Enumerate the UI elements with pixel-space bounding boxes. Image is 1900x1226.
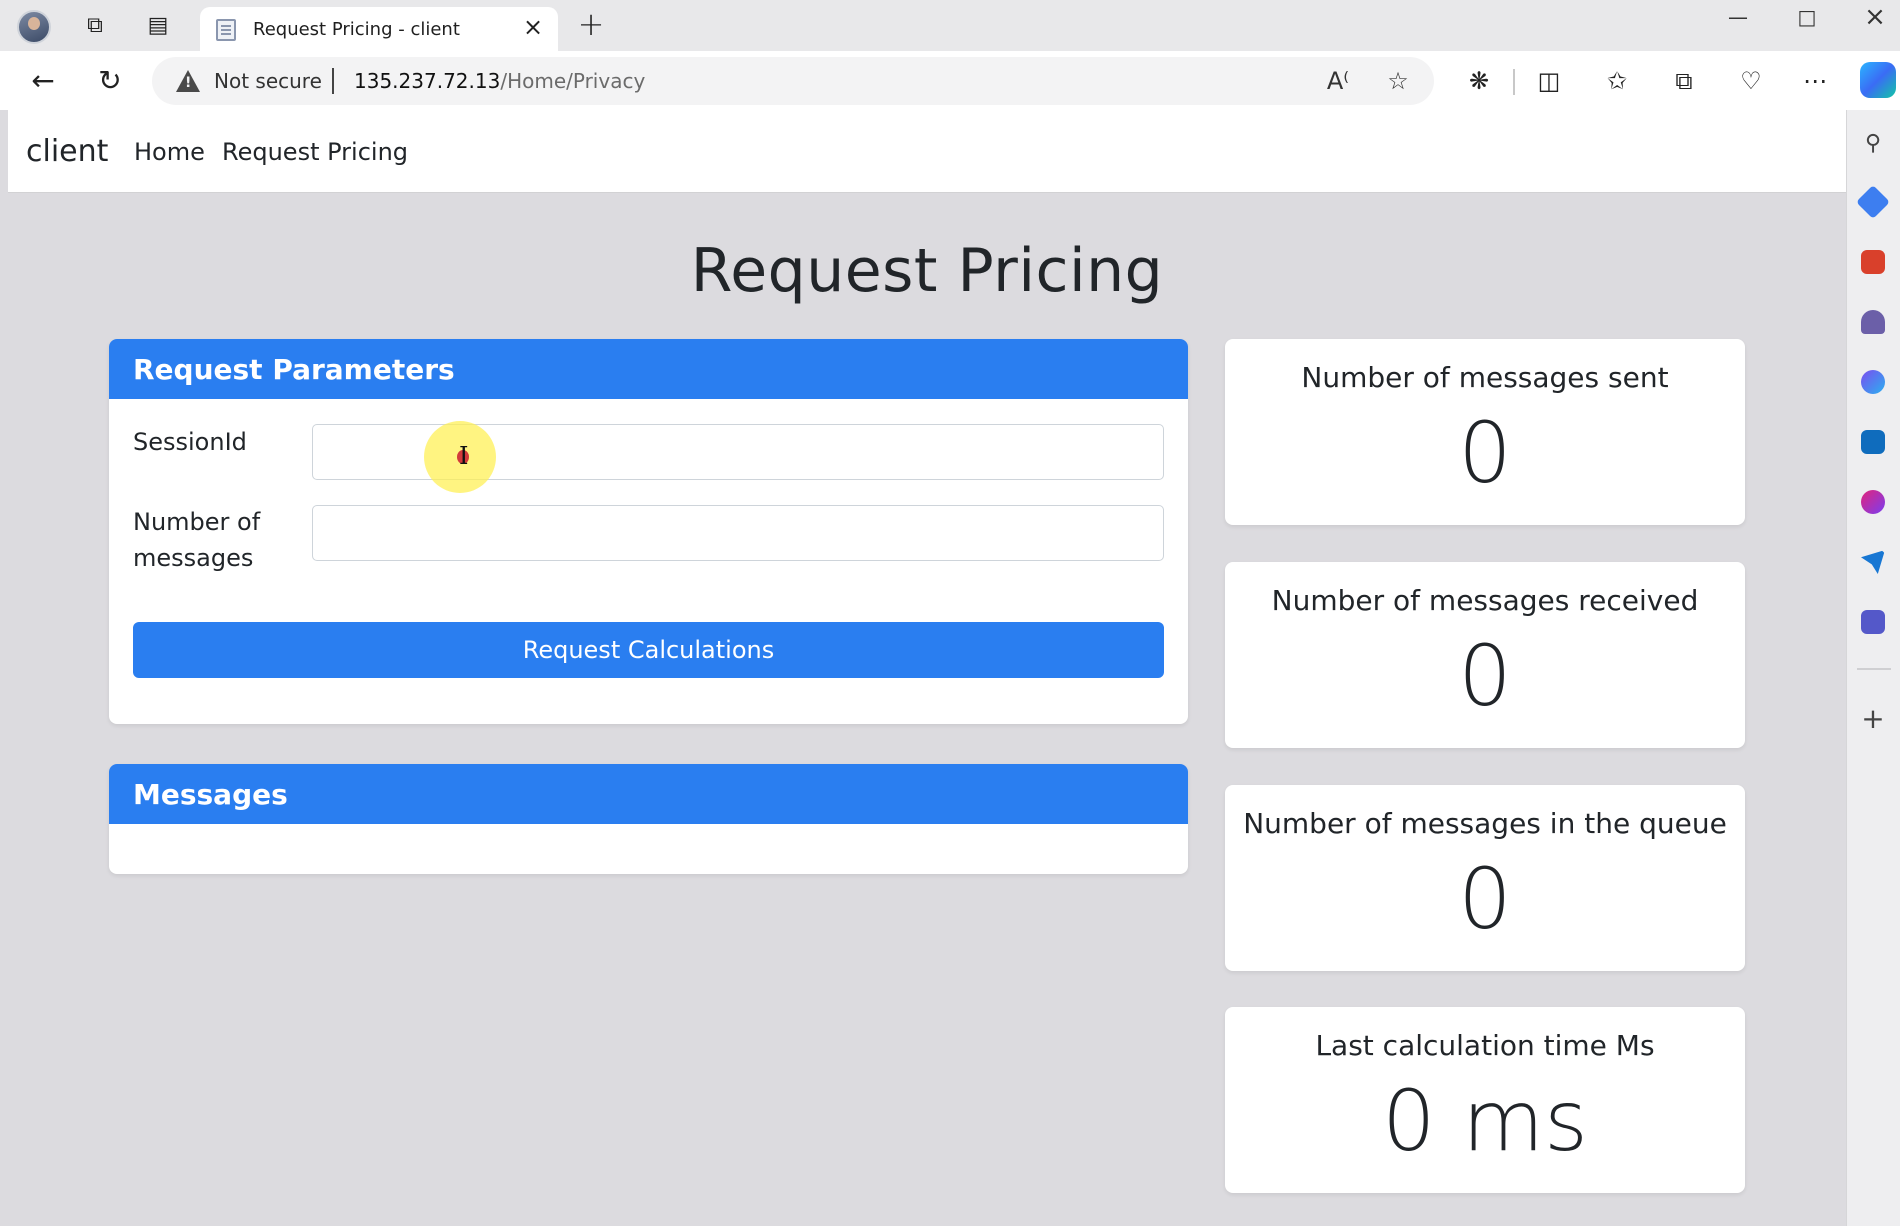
- stat-label: Last calculation time Ms: [1315, 1029, 1655, 1062]
- extensions-icon[interactable]: ❋: [1460, 62, 1498, 100]
- split-screen-icon[interactable]: ◫: [1530, 62, 1568, 100]
- nav-link-request-pricing[interactable]: Request Pricing: [222, 138, 408, 166]
- outlook-icon[interactable]: [1861, 430, 1885, 454]
- profile-avatar[interactable]: [17, 10, 51, 44]
- number-of-messages-label-line1: Number of: [133, 508, 261, 536]
- security-label[interactable]: Not secure: [214, 69, 322, 93]
- site-navbar: client Home Request Pricing: [8, 110, 1846, 193]
- number-of-messages-label-line2: messages: [133, 544, 254, 572]
- stat-label: Number of messages sent: [1301, 361, 1669, 394]
- stat-card-messages-in-queue: Number of messages in the queue 0: [1225, 785, 1745, 971]
- back-icon[interactable]: ←: [23, 61, 63, 101]
- brand-link[interactable]: client: [26, 134, 108, 169]
- address-divider: [332, 68, 334, 94]
- request-calculations-button[interactable]: Request Calculations: [133, 622, 1164, 678]
- tab-title: Request Pricing - client: [253, 19, 460, 40]
- stat-value: 0: [1458, 850, 1512, 948]
- send-icon[interactable]: [1861, 550, 1885, 574]
- number-of-messages-input[interactable]: [312, 505, 1164, 561]
- nav-link-home[interactable]: Home: [134, 138, 205, 166]
- stat-label: Number of messages received: [1271, 584, 1699, 617]
- url-host: 135.237.72.13: [354, 69, 501, 93]
- more-menu-icon[interactable]: ⋯: [1796, 62, 1834, 100]
- toolbar-divider: [1513, 69, 1515, 95]
- favorites-icon[interactable]: ✩: [1598, 62, 1636, 100]
- microsoft-365-icon[interactable]: [1861, 370, 1885, 394]
- page-viewport: client Home Request Pricing Request Pric…: [8, 110, 1846, 1226]
- games-icon[interactable]: [1861, 310, 1885, 334]
- stat-value: 0: [1458, 404, 1512, 502]
- messages-card: Messages: [109, 764, 1188, 874]
- vertical-tabs-icon[interactable]: ▤: [143, 11, 173, 41]
- messages-header: Messages: [109, 764, 1188, 824]
- browser-essentials-icon[interactable]: ♡: [1732, 62, 1770, 100]
- stat-card-messages-sent: Number of messages sent 0: [1225, 339, 1745, 525]
- refresh-icon[interactable]: ↻: [90, 61, 130, 101]
- request-parameters-header: Request Parameters: [109, 339, 1188, 399]
- address-bar[interactable]: Not secure 135.237.72.13/Home/Privacy A⁽…: [152, 57, 1434, 105]
- add-icon[interactable]: +: [1856, 702, 1890, 736]
- request-parameters-card: Request Parameters SessionId Number of m…: [109, 339, 1188, 724]
- stat-card-last-calculation-time: Last calculation time Ms 0 ms: [1225, 1007, 1745, 1193]
- designer-icon[interactable]: [1861, 490, 1885, 514]
- workspaces-icon[interactable]: ⧉: [80, 11, 110, 41]
- read-aloud-icon[interactable]: A⁽: [1322, 65, 1354, 97]
- url-text[interactable]: 135.237.72.13/Home/Privacy: [354, 69, 645, 93]
- new-tab-button[interactable]: +: [575, 8, 607, 41]
- stat-card-messages-received: Number of messages received 0: [1225, 562, 1745, 748]
- sidebar-divider: [1857, 668, 1891, 670]
- stat-label: Number of messages in the queue: [1243, 807, 1727, 840]
- tab-close-icon[interactable]: ×: [518, 12, 548, 42]
- warning-icon[interactable]: [176, 70, 200, 92]
- copilot-icon[interactable]: [1860, 62, 1896, 98]
- browser-toolbar: ← ↻ Not secure 135.237.72.13/Home/Privac…: [0, 51, 1900, 110]
- url-path: /Home/Privacy: [500, 69, 646, 93]
- stat-value: 0: [1458, 627, 1512, 725]
- teams-icon[interactable]: [1861, 610, 1885, 634]
- collections-icon[interactable]: ⧉: [1665, 62, 1703, 100]
- tools-icon[interactable]: [1861, 250, 1885, 274]
- stat-value: 0 ms: [1382, 1072, 1588, 1170]
- favorite-star-icon[interactable]: ☆: [1382, 65, 1414, 97]
- minimize-icon[interactable]: —: [1713, 2, 1763, 32]
- active-tab[interactable]: Request Pricing - client ×: [200, 7, 558, 51]
- search-icon[interactable]: ⚲: [1856, 127, 1890, 161]
- page-title: Request Pricing: [690, 236, 1164, 306]
- session-id-label: SessionId: [133, 428, 247, 456]
- shopping-tag-icon[interactable]: [1856, 185, 1890, 219]
- text-cursor-icon: I: [459, 442, 469, 470]
- close-window-icon[interactable]: ×: [1850, 2, 1900, 32]
- tab-strip: ⧉ ▤ Request Pricing - client × + — □ ×: [0, 0, 1900, 51]
- page-favicon-icon: [216, 19, 236, 41]
- edge-sidebar: ⚲ +: [1846, 110, 1900, 1226]
- maximize-icon[interactable]: □: [1782, 2, 1832, 32]
